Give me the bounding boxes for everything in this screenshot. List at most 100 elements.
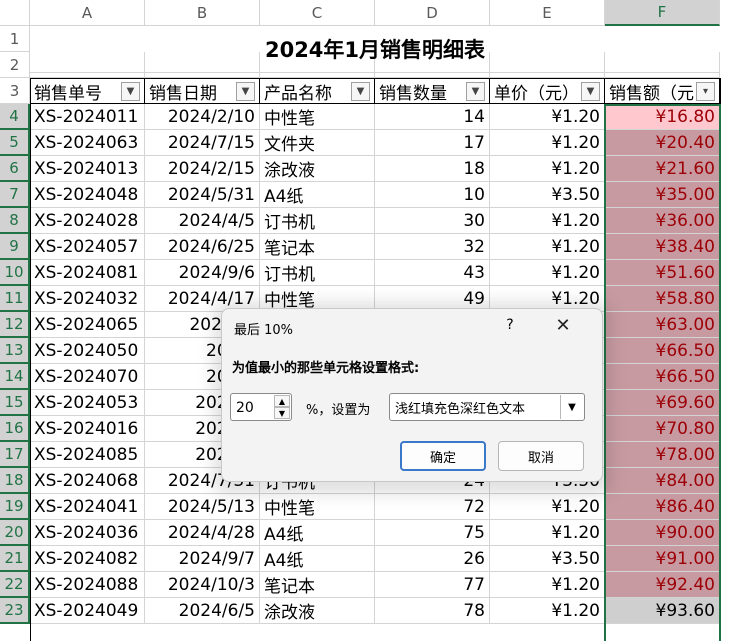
row-header[interactable]: 1 (0, 26, 30, 52)
table-cell[interactable]: 78 (375, 598, 490, 624)
table-header-cell[interactable]: 单价（元） ▼ (490, 78, 605, 104)
table-cell[interactable]: ¥84.00 (605, 468, 720, 494)
table-cell[interactable]: XS-2024016 (30, 416, 145, 442)
table-header-cell[interactable]: 销售单号 ▼ (30, 78, 145, 104)
table-cell[interactable]: XS-2024050 (30, 338, 145, 364)
percent-input[interactable] (234, 394, 272, 422)
row-header[interactable]: 21 (0, 546, 30, 572)
table-header-cell[interactable]: 产品名称 ▼ (260, 78, 375, 104)
table-cell[interactable]: 10 (375, 182, 490, 208)
cancel-button[interactable]: 取消 (498, 441, 584, 471)
select-all-corner[interactable] (0, 0, 30, 26)
table-cell[interactable]: ¥58.80 (605, 286, 720, 312)
table-cell[interactable]: XS-2024041 (30, 494, 145, 520)
table-cell[interactable]: 43 (375, 260, 490, 286)
chevron-down-icon[interactable]: ▼ (560, 395, 583, 419)
row-header[interactable]: 20 (0, 520, 30, 546)
filter-dropdown-icon[interactable]: ▼ (351, 81, 370, 101)
table-cell[interactable]: ¥66.50 (605, 338, 720, 364)
table-cell[interactable]: 2024/10/3 (145, 572, 260, 598)
table-cell[interactable]: 2024/7/15 (145, 130, 260, 156)
column-header-c[interactable]: C (260, 0, 375, 26)
table-cell[interactable]: ¥1.20 (490, 520, 605, 546)
row-header[interactable]: 8 (0, 208, 30, 234)
ok-button[interactable]: 确定 (400, 441, 486, 471)
table-cell[interactable]: ¥38.40 (605, 234, 720, 260)
table-cell[interactable]: ¥1.20 (490, 208, 605, 234)
sheet-title[interactable]: 2024年1月销售明细表 (30, 26, 720, 73)
table-cell[interactable]: XS-2024082 (30, 546, 145, 572)
row-header[interactable]: 9 (0, 234, 30, 260)
table-cell[interactable]: ¥1.20 (490, 494, 605, 520)
table-cell[interactable]: 2024/4/5 (145, 208, 260, 234)
filter-dropdown-icon[interactable]: ▼ (466, 81, 485, 101)
table-cell[interactable]: XS-2024085 (30, 442, 145, 468)
row-header[interactable]: 10 (0, 260, 30, 286)
table-cell[interactable]: A4纸 (260, 182, 375, 208)
row-header[interactable]: 17 (0, 442, 30, 468)
table-cell[interactable]: ¥91.00 (605, 546, 720, 572)
spin-down-icon[interactable]: ▼ (274, 407, 290, 419)
row-header[interactable]: 11 (0, 286, 30, 312)
spin-up-icon[interactable]: ▲ (274, 395, 290, 407)
table-cell[interactable]: ¥1.20 (490, 260, 605, 286)
row-header[interactable]: 15 (0, 390, 30, 416)
table-cell[interactable]: 涂改液 (260, 598, 375, 624)
filter-dropdown-icon[interactable]: ▼ (581, 81, 600, 101)
row-header[interactable]: 22 (0, 572, 30, 598)
table-cell[interactable]: 30 (375, 208, 490, 234)
table-cell[interactable]: ¥1.20 (490, 572, 605, 598)
table-cell[interactable]: ¥92.40 (605, 572, 720, 598)
table-cell[interactable]: 中性笔 (260, 104, 375, 130)
table-cell[interactable]: 17 (375, 130, 490, 156)
table-cell[interactable]: XS-2024057 (30, 234, 145, 260)
table-cell[interactable]: ¥69.60 (605, 390, 720, 416)
table-cell[interactable]: XS-2024063 (30, 130, 145, 156)
format-select[interactable]: 浅红填充色深红色文本 ▼ (389, 393, 585, 421)
table-cell[interactable]: ¥86.40 (605, 494, 720, 520)
row-header[interactable]: 19 (0, 494, 30, 520)
table-cell[interactable]: XS-2024088 (30, 572, 145, 598)
table-cell[interactable]: 77 (375, 572, 490, 598)
table-cell[interactable]: ¥93.60 (605, 598, 720, 624)
table-cell[interactable]: 32 (375, 234, 490, 260)
filter-dropdown-icon[interactable]: ▼ (236, 81, 255, 101)
percent-stepper[interactable]: ▲ ▼ (230, 393, 292, 422)
table-header-cell[interactable]: 销售数量 ▼ (375, 78, 490, 104)
table-cell[interactable]: ¥21.60 (605, 156, 720, 182)
table-cell[interactable]: ¥78.00 (605, 442, 720, 468)
table-cell[interactable]: 2024/2/15 (145, 156, 260, 182)
row-header[interactable]: 2 (0, 52, 30, 78)
row-header[interactable]: 16 (0, 416, 30, 442)
table-cell[interactable]: ¥1.20 (490, 234, 605, 260)
row-header[interactable]: 6 (0, 156, 30, 182)
sort-filter-icon[interactable]: ▾ (696, 81, 715, 101)
filter-dropdown-icon[interactable]: ▼ (121, 81, 140, 101)
row-header[interactable]: 7 (0, 182, 30, 208)
table-cell[interactable]: 18 (375, 156, 490, 182)
table-cell[interactable]: ¥1.20 (490, 104, 605, 130)
row-header[interactable]: 13 (0, 338, 30, 364)
table-cell[interactable]: ¥70.80 (605, 416, 720, 442)
help-icon[interactable]: ? (500, 315, 520, 335)
table-cell[interactable]: ¥35.00 (605, 182, 720, 208)
table-cell[interactable]: ¥90.00 (605, 520, 720, 546)
table-cell[interactable]: 文件夹 (260, 130, 375, 156)
table-cell[interactable]: 26 (375, 546, 490, 572)
row-header[interactable]: 5 (0, 130, 30, 156)
column-header-e[interactable]: E (490, 0, 605, 26)
table-cell[interactable]: ¥16.80 (605, 104, 720, 130)
table-cell[interactable]: XS-2024081 (30, 260, 145, 286)
table-cell[interactable]: 笔记本 (260, 572, 375, 598)
table-cell[interactable]: ¥1.20 (490, 130, 605, 156)
row-header[interactable]: 12 (0, 312, 30, 338)
table-cell[interactable]: 2024/2/10 (145, 104, 260, 130)
table-cell[interactable]: ¥3.50 (490, 546, 605, 572)
table-cell[interactable]: XS-2024048 (30, 182, 145, 208)
table-cell[interactable]: XS-2024011 (30, 104, 145, 130)
table-cell[interactable]: 14 (375, 104, 490, 130)
table-cell[interactable]: ¥36.00 (605, 208, 720, 234)
table-cell[interactable]: 中性笔 (260, 494, 375, 520)
table-cell[interactable]: XS-2024036 (30, 520, 145, 546)
table-cell[interactable]: 2024/6/25 (145, 234, 260, 260)
